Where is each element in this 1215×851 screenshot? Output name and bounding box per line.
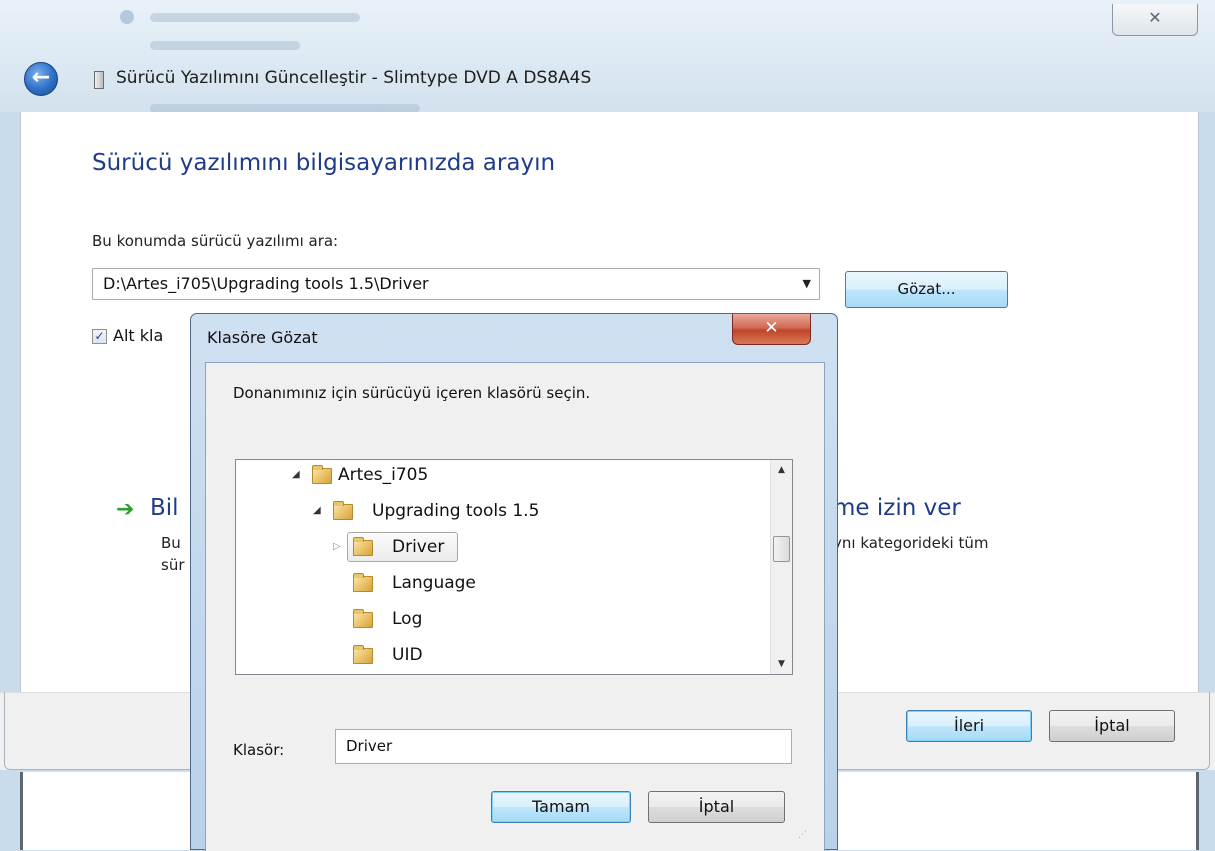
back-arrow-icon: ←	[31, 65, 51, 90]
include-subfolders-checkbox[interactable]: ✓	[92, 329, 107, 344]
pick-from-list-option-description: Bu	[161, 534, 181, 552]
next-button[interactable]: İleri	[906, 710, 1032, 742]
wizard-cancel-button[interactable]: İptal	[1049, 710, 1175, 742]
browse-button[interactable]: Gözat...	[845, 271, 1008, 308]
wizard-title: Sürücü Yazılımını Güncelleştir - Slimtyp…	[116, 68, 592, 88]
search-location-combobox[interactable]: D:\Artes_i705\Upgrading tools 1.5\Driver…	[92, 268, 820, 300]
resize-grip-icon[interactable]: ⋰	[798, 830, 807, 840]
tree-item-language[interactable]: Language	[236, 568, 766, 598]
expanded-triangle-icon[interactable]: ◢	[292, 460, 300, 490]
tree-item-label: Log	[392, 609, 423, 629]
close-icon: ✕	[764, 318, 779, 338]
pick-from-list-option-title[interactable]: Bil	[150, 495, 179, 521]
collapsed-triangle-icon[interactable]: ▷	[333, 532, 341, 562]
tree-item-label: Upgrading tools 1.5	[372, 501, 540, 521]
pick-from-list-option-description-end: ynı kategorideki tüm	[833, 534, 989, 552]
folder-tree[interactable]: ◢ Artes_i705 ◢ Upgrading tools 1.5 ▷ Dri…	[235, 459, 793, 675]
tree-item-log[interactable]: Log	[236, 604, 766, 634]
tree-scrollbar[interactable]: ▲ ▼	[770, 460, 792, 674]
expanded-triangle-icon[interactable]: ◢	[313, 496, 321, 526]
tree-item-artes[interactable]: ◢ Artes_i705	[236, 460, 766, 490]
folder-icon	[353, 609, 373, 628]
page-heading: Sürücü yazılımını bilgisayarınızda arayı…	[92, 150, 556, 176]
search-location-label: Bu konumda sürücü yazılımı ara:	[92, 232, 339, 250]
folder-icon	[353, 645, 373, 664]
green-arrow-icon: ➔	[116, 497, 135, 522]
ok-button[interactable]: Tamam	[491, 791, 631, 823]
tree-item-label: Language	[392, 573, 476, 593]
tree-item-label: Driver	[392, 537, 445, 557]
dialog-close-button[interactable]: ✕	[732, 314, 811, 345]
tree-item-upgrading-tools[interactable]: ◢ Upgrading tools 1.5	[236, 496, 766, 526]
pick-from-list-option-description: sür	[161, 556, 185, 574]
tree-item-driver[interactable]: ▷ Driver	[236, 532, 766, 562]
wizard-titlebar	[0, 0, 1215, 113]
dialog-cancel-button[interactable]: İptal	[648, 791, 785, 823]
folder-icon	[353, 573, 373, 592]
back-button[interactable]: ←	[24, 62, 58, 96]
wizard-close-button[interactable]: ✕	[1112, 4, 1198, 36]
dropdown-arrow-icon[interactable]: ▼	[803, 269, 811, 299]
scrollbar-thumb[interactable]	[773, 536, 790, 562]
pick-from-list-option-title-end[interactable]: me izin ver	[833, 495, 961, 521]
tree-item-label: Artes_i705	[338, 465, 429, 485]
folder-name-input[interactable]: Driver	[335, 729, 792, 764]
close-icon: ✕	[1148, 8, 1162, 27]
include-subfolders-label: Alt kla	[113, 326, 164, 345]
tree-item-uid[interactable]: UID	[236, 640, 766, 670]
dialog-description: Donanımınız için sürücüyü içeren klasörü…	[233, 384, 591, 402]
folder-icon	[333, 501, 353, 520]
folder-field-label: Klasör:	[233, 741, 285, 759]
search-location-value: D:\Artes_i705\Upgrading tools 1.5\Driver	[103, 274, 429, 293]
folder-icon	[312, 465, 332, 484]
dialog-title: Klasöre Gözat	[207, 328, 318, 347]
scroll-up-icon[interactable]: ▲	[771, 460, 792, 480]
blurred-background-text	[150, 41, 300, 50]
tree-item-label: UID	[392, 645, 423, 665]
blurred-background-icon	[120, 10, 134, 24]
dvd-drive-icon	[94, 71, 104, 89]
scroll-down-icon[interactable]: ▼	[771, 654, 792, 674]
blurred-background-text	[150, 13, 360, 22]
folder-icon	[353, 537, 373, 556]
